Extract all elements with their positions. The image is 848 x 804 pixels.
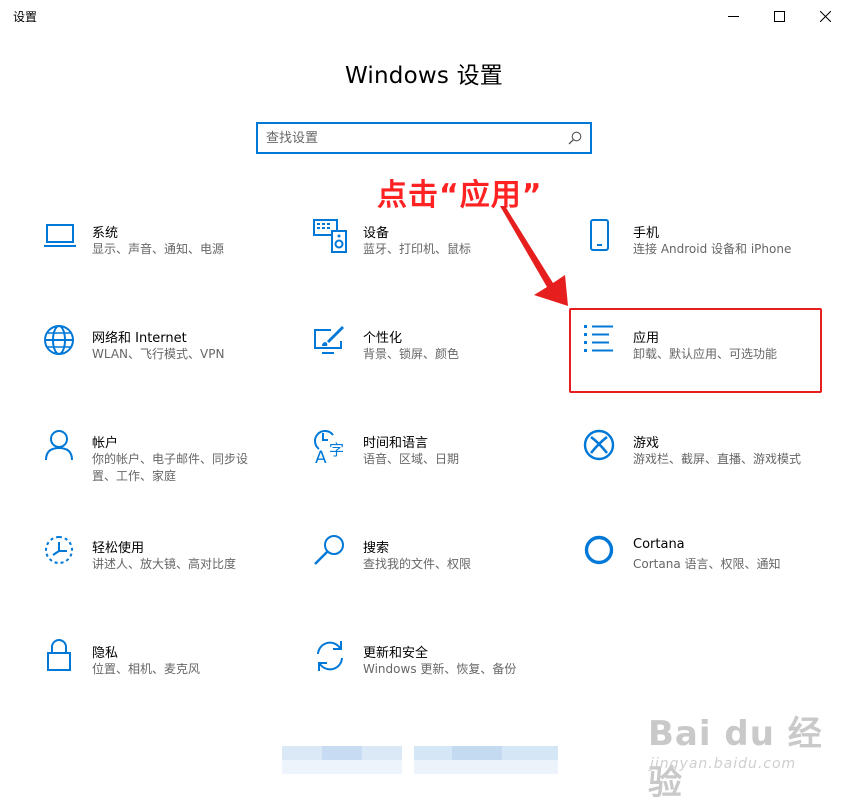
tile-description: 连接 Android 设备和 iPhone: [633, 242, 792, 256]
phone-icon: [590, 219, 609, 251]
tile-apps[interactable]: 应用 卸载、默认应用、可选功能: [583, 324, 833, 394]
apps-list-icon: [584, 325, 613, 352]
blurred-footer: [282, 746, 558, 774]
minimize-icon: [727, 15, 739, 17]
svg-text:字: 字: [329, 441, 344, 459]
tile-title: 游戏: [633, 436, 660, 451]
tile-title: 网络和 Internet: [92, 331, 187, 346]
watermark-logo: Bai du 经验: [648, 714, 823, 803]
tile-title: 手机: [633, 226, 660, 241]
tile-title: 搜索: [363, 541, 390, 556]
ease-of-access-icon: [45, 536, 73, 564]
tile-search[interactable]: 搜索 查找我的文件、权限: [313, 534, 563, 604]
keyboard-speaker-icon: [313, 219, 347, 253]
tile-title: 时间和语言: [363, 436, 429, 451]
tile-description: 你的帐户、电子邮件、同步设置、工作、家庭: [92, 452, 249, 483]
paint-monitor-icon: [314, 326, 344, 354]
tile-description: WLAN、飞行模式、VPN: [92, 347, 225, 361]
tile-description: 背景、锁屏、颜色: [363, 347, 460, 361]
tile-description: Windows 更新、恢复、备份: [363, 662, 517, 676]
title-bar: 设置: [0, 0, 848, 32]
magnifier-icon: [314, 535, 344, 565]
tile-title: 个性化: [363, 331, 403, 346]
tile-title: Cortana: [633, 537, 685, 552]
globe-icon: [44, 325, 74, 355]
tile-title: 隐私: [92, 646, 119, 661]
search-input[interactable]: [258, 124, 566, 152]
tile-description: Cortana 语言、权限、通知: [633, 557, 781, 571]
tile-title: 帐户: [92, 436, 119, 451]
page-title: Windows 设置: [345, 63, 503, 89]
tile-description: 显示、声音、通知、电源: [92, 242, 225, 256]
xbox-icon: [583, 429, 615, 461]
tile-title: 设备: [363, 226, 390, 241]
blur-pattern: [282, 746, 558, 774]
tile-time-language[interactable]: A 字 时间和语言 语音、区域、日期: [313, 429, 563, 499]
lock-icon: [47, 639, 71, 671]
tile-network[interactable]: 网络和 Internet WLAN、飞行模式、VPN: [42, 324, 292, 394]
tile-description: 蓝牙、打印机、鼠标: [363, 242, 472, 256]
tile-personalization[interactable]: 个性化 背景、锁屏、颜色: [313, 324, 563, 394]
tile-cortana[interactable]: Cortana Cortana 语言、权限、通知: [583, 534, 833, 604]
time-language-icon: A 字: [314, 430, 344, 465]
close-icon: [819, 10, 831, 22]
tile-privacy[interactable]: 隐私 位置、相机、麦克风: [42, 639, 292, 709]
svg-text:A: A: [315, 448, 327, 465]
tile-description: 卸载、默认应用、可选功能: [633, 347, 778, 361]
cortana-icon: [584, 535, 614, 565]
tile-title: 系统: [92, 226, 119, 241]
maximize-button[interactable]: [756, 0, 802, 32]
sync-icon: [317, 641, 343, 671]
annotation-text: 点击“应用”: [377, 178, 543, 213]
tile-description: 游戏栏、截屏、直播、游戏模式: [633, 452, 802, 466]
tile-devices[interactable]: 设备 蓝牙、打印机、鼠标: [313, 219, 563, 289]
close-button[interactable]: [802, 0, 848, 32]
tile-description: 位置、相机、麦克风: [92, 662, 201, 676]
tile-description: 讲述人、放大镜、高对比度: [92, 557, 237, 571]
tile-system[interactable]: 系统 显示、声音、通知、电源: [42, 219, 292, 289]
tile-description: 语音、区域、日期: [363, 452, 460, 466]
window-title: 设置: [13, 10, 38, 24]
tile-phone[interactable]: 手机 连接 Android 设备和 iPhone: [583, 219, 833, 289]
tile-title: 轻松使用: [92, 541, 145, 556]
tile-title: 更新和安全: [363, 646, 429, 661]
tile-ease-of-access[interactable]: 轻松使用 讲述人、放大镜、高对比度: [42, 534, 292, 604]
search-box[interactable]: [256, 122, 592, 154]
tile-update-security[interactable]: 更新和安全 Windows 更新、恢复、备份: [313, 639, 563, 709]
maximize-icon: [773, 10, 785, 22]
tile-accounts[interactable]: 帐户 你的帐户、电子邮件、同步设置、工作、家庭: [42, 429, 292, 499]
tile-gaming[interactable]: 游戏 游戏栏、截屏、直播、游戏模式: [583, 429, 833, 499]
search-icon[interactable]: [568, 131, 582, 145]
watermark-url: jingyan.baidu.com: [650, 756, 797, 772]
minimize-button[interactable]: [710, 0, 756, 32]
tile-description: 查找我的文件、权限: [363, 557, 472, 571]
tile-title: 应用: [633, 331, 660, 346]
laptop-icon: [44, 224, 76, 247]
person-icon: [45, 430, 73, 461]
